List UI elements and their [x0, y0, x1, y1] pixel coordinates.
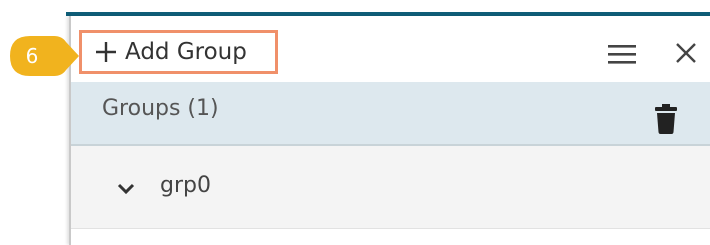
- groups-panel: Add Group Groups (1) grp0: [69, 16, 710, 245]
- groups-title: Groups (1): [102, 96, 219, 121]
- add-group-label: Add Group: [125, 39, 247, 65]
- plus-icon: [96, 42, 116, 62]
- add-group-button[interactable]: Add Group: [79, 30, 278, 74]
- chevron-down-icon[interactable]: [117, 183, 135, 195]
- groups-header: Groups (1): [71, 82, 710, 146]
- group-name: grp0: [160, 173, 211, 198]
- trash-icon[interactable]: [655, 104, 677, 134]
- panel-toolbar: Add Group: [71, 16, 710, 82]
- hamburger-menu-icon[interactable]: [608, 43, 636, 65]
- step-number: 6: [25, 44, 39, 68]
- close-icon[interactable]: [674, 41, 698, 65]
- group-row[interactable]: grp0: [71, 146, 710, 229]
